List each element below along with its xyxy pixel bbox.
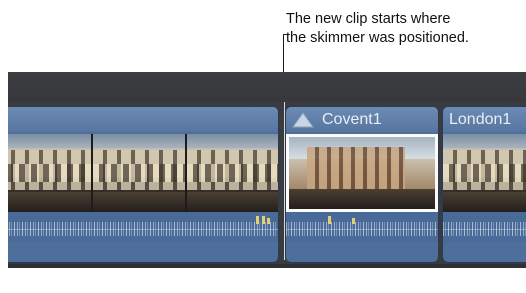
timeline[interactable]: Covent1 London1 [8,72,526,268]
waveform-peak [262,216,265,224]
callout-line-2: the skimmer was positioned. [286,30,469,46]
waveform-peak [352,218,355,224]
clip-title: London1 [449,110,512,128]
waveform-peak [328,216,331,224]
skimmer-line[interactable] [284,102,285,260]
callout-note: The new clip starts where the skimmer wa… [286,10,524,48]
audio-waveform [286,212,438,242]
filmstrip [443,134,526,212]
audio-clip-icon [292,111,314,128]
clip-header[interactable] [8,107,278,132]
callout-line-1: The new clip starts where [286,11,451,27]
clip-header[interactable]: London1 [443,107,526,132]
waveform-peak [267,218,270,224]
clip-existing[interactable] [8,106,279,263]
audio-waveform [8,212,278,242]
filmstrip [8,134,278,212]
filmstrip [286,134,438,212]
video-thumbnail [187,134,278,212]
clip-covent1[interactable]: Covent1 [285,106,439,263]
clip-title: Covent1 [322,110,382,128]
waveform-peak [256,216,259,224]
timeline-top-band [8,72,526,102]
clip-header[interactable]: Covent1 [286,107,438,132]
video-thumbnail [8,134,91,212]
video-thumbnail [443,134,526,212]
video-thumbnail [286,134,438,212]
clip-london1[interactable]: London1 [442,106,526,263]
timeline-bottom-band [8,264,526,268]
audio-waveform [443,212,526,242]
video-thumbnail [93,134,185,212]
